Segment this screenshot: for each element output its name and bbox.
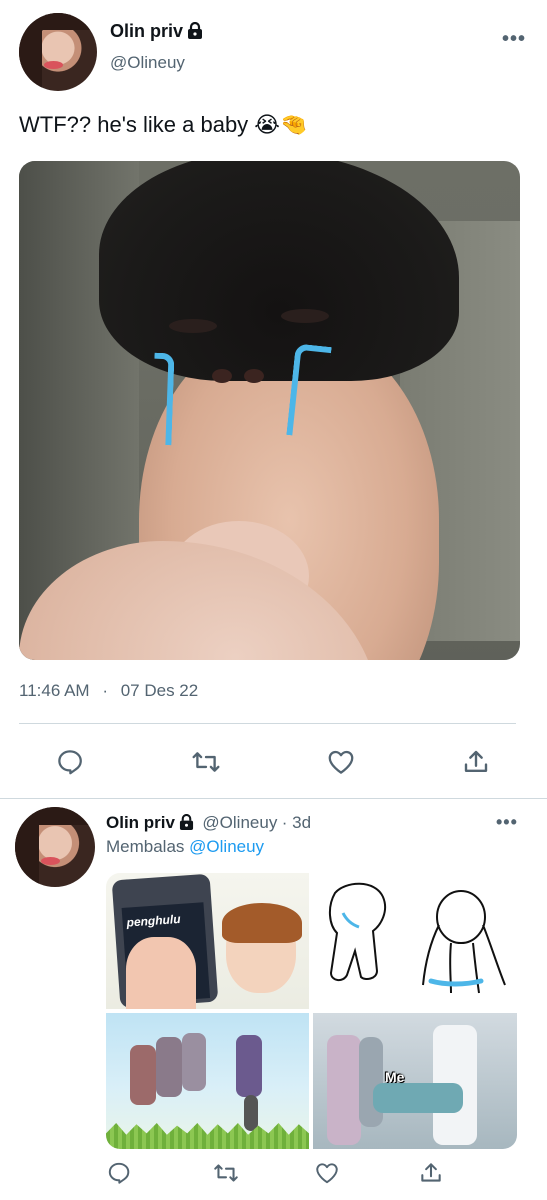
tweet-separator xyxy=(0,798,547,799)
meme-panel-sketch[interactable] xyxy=(313,873,517,1009)
reply-author-avatar[interactable] xyxy=(15,807,95,887)
tweet-timestamp[interactable]: 11:46 AM · 07 Des 22 xyxy=(19,681,198,701)
author-name-row[interactable]: Olin priv xyxy=(110,21,203,45)
reply-share-icon[interactable] xyxy=(418,1160,444,1186)
drawn-tear-left xyxy=(151,352,175,446)
tweet-time: 11:46 AM xyxy=(19,681,90,700)
retweet-icon[interactable] xyxy=(190,747,222,777)
tweet-date: 07 Des 22 xyxy=(120,681,199,700)
replying-to-label: Membalas xyxy=(106,837,185,856)
divider xyxy=(19,723,516,724)
replying-to-mention[interactable]: @Olineuy xyxy=(189,837,264,856)
meme-panel-phone[interactable]: penghulu xyxy=(106,873,309,1009)
author-handle[interactable]: @Olineuy xyxy=(110,53,185,73)
reply-reply-icon[interactable] xyxy=(106,1160,132,1186)
reply-media-grid[interactable]: penghulu Me xyxy=(106,873,517,1149)
reply-age[interactable]: · 3d xyxy=(282,813,311,832)
meta-separator: · xyxy=(102,681,108,700)
more-options-icon[interactable]: ••• xyxy=(502,28,526,51)
heart-icon[interactable] xyxy=(326,747,356,777)
lock-icon xyxy=(188,22,203,39)
reply-icon[interactable] xyxy=(55,747,85,777)
replying-to: Membalas @Olineuy xyxy=(106,837,264,857)
meme-panel-hospital[interactable]: Me xyxy=(313,1013,517,1149)
author-avatar[interactable] xyxy=(19,13,97,91)
reply-more-options-icon[interactable]: ••• xyxy=(496,812,518,833)
share-icon[interactable] xyxy=(461,747,491,777)
reply-author-name[interactable]: Olin priv xyxy=(106,813,175,832)
tweet-photo[interactable] xyxy=(19,161,520,660)
tweet-text: WTF?? he's like a baby 😭🤏 xyxy=(19,112,308,137)
hospital-caption: Me xyxy=(385,1069,405,1085)
reply-heart-icon[interactable] xyxy=(314,1160,340,1186)
meme-panel-walking[interactable] xyxy=(106,1013,309,1149)
lock-icon xyxy=(179,814,194,830)
reply-author-handle[interactable]: @Olineuy xyxy=(202,813,277,832)
author-name[interactable]: Olin priv xyxy=(110,21,183,41)
reply-header: Olin priv @Olineuy · 3d xyxy=(106,813,311,833)
reply-retweet-icon[interactable] xyxy=(212,1160,240,1186)
crying-sketch xyxy=(329,882,506,994)
